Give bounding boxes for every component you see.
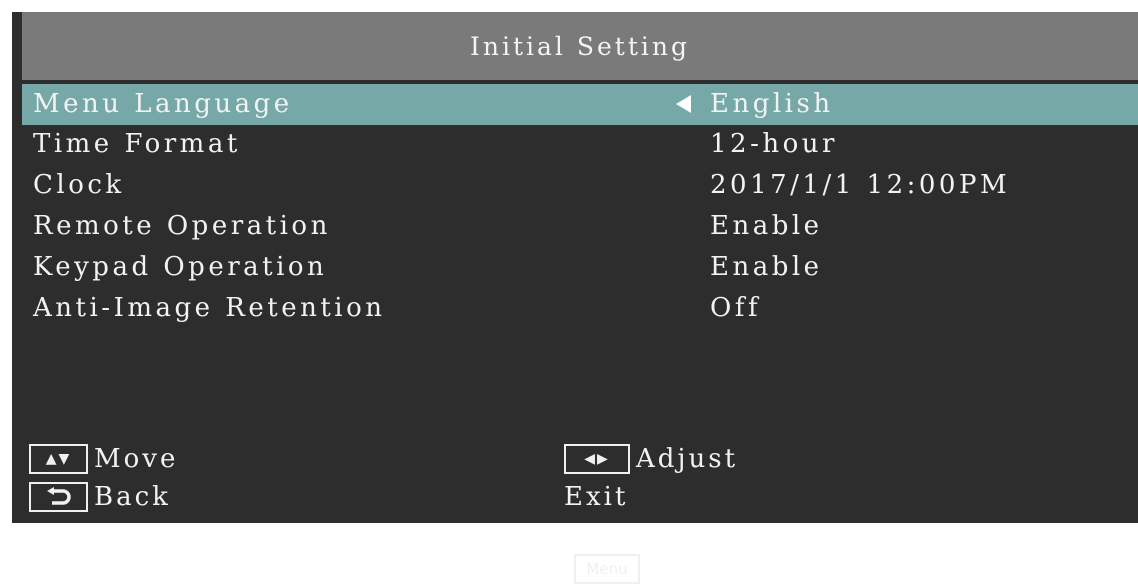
menu-item-clock[interactable]: Clock 2017/1/1 12:00PM	[22, 165, 1138, 206]
menu-item-value: 2017/1/1 12:00PM	[710, 170, 1011, 200]
menu-title: Initial Setting	[22, 12, 1138, 80]
menu-item-time-format[interactable]: Time Format 12-hour	[22, 124, 1138, 165]
osd-menu-window: Initial Setting Menu Language English Ti…	[12, 12, 1138, 584]
menu-item-label: Keypad Operation	[33, 252, 328, 282]
hint-exit: Menu Exit	[564, 482, 640, 584]
hint-move-label: Move	[94, 444, 179, 474]
menu-item-value: 12-hour	[710, 129, 838, 159]
up-down-arrows-icon: ▲▼	[29, 444, 88, 474]
menu-item-label: Clock	[33, 170, 125, 200]
hint-back-label: Back	[94, 482, 171, 512]
settings-list: Menu Language English Time Format 12-hou…	[22, 84, 1138, 329]
menu-item-label: Anti-Image Retention	[33, 293, 386, 323]
menu-item-label: Time Format	[33, 129, 241, 159]
hint-move: ▲▼ Move	[29, 444, 178, 474]
left-right-arrows-icon: ◀▶	[564, 444, 630, 474]
hint-back: Back	[29, 482, 171, 512]
hint-adjust: ◀▶ Adjust	[564, 444, 738, 474]
menu-item-menu-language[interactable]: Menu Language English	[22, 84, 1138, 125]
menu-item-label: Menu Language	[33, 89, 293, 119]
menu-item-anti-image-retention[interactable]: Anti-Image Retention Off	[22, 288, 1138, 329]
hint-exit-label: Exit	[564, 482, 629, 512]
menu-item-value: Enable	[710, 252, 823, 282]
menu-item-value: English	[710, 89, 834, 119]
menu-item-value: Off	[710, 293, 762, 323]
menu-key-icon: Menu	[574, 554, 640, 584]
back-arrow-icon	[29, 482, 88, 512]
menu-item-label: Remote Operation	[33, 211, 331, 241]
left-arrow-icon[interactable]	[676, 95, 691, 113]
hint-adjust-label: Adjust	[636, 444, 739, 474]
menu-item-value: Enable	[710, 211, 823, 241]
menu-item-remote-operation[interactable]: Remote Operation Enable	[22, 206, 1138, 247]
menu-item-keypad-operation[interactable]: Keypad Operation Enable	[22, 247, 1138, 288]
